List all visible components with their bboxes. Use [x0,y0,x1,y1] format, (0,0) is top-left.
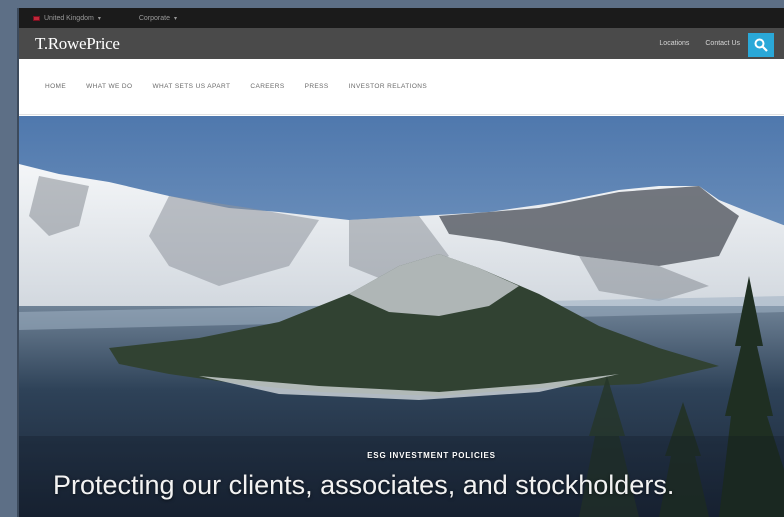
search-button[interactable] [748,33,774,57]
audience-selector[interactable]: Corporate ▾ [139,15,177,22]
hero-banner: ESG INVESTMENT POLICIES Protecting our c… [19,116,784,517]
nav-item-careers[interactable]: CAREERS [250,83,284,90]
chevron-down-icon: ▾ [173,15,177,22]
nav-item-investor-relations[interactable]: INVESTOR RELATIONS [349,83,427,90]
contact-us-link[interactable]: Contact Us [705,40,740,47]
nav-item-what-sets-us-apart[interactable]: WHAT SETS US APART [152,83,230,90]
utility-bar: United Kingdom ▾ Corporate ▾ [19,8,784,28]
chevron-down-icon: ▾ [97,15,101,22]
hero-headline: Protecting our clients, associates, and … [53,470,675,500]
region-label: United Kingdom [44,14,94,22]
main-nav: HOME WHAT WE DO WHAT SETS US APART CAREE… [19,59,784,115]
t-rowe-price-logo[interactable]: T.RowePrice [35,34,120,54]
nav-item-what-we-do[interactable]: WHAT WE DO [86,83,132,90]
nav-item-home[interactable]: HOME [45,83,66,90]
region-selector[interactable]: United Kingdom ▾ [33,15,101,22]
locations-link[interactable]: Locations [659,40,689,47]
brand-bar: T.RowePrice Locations Contact Us [19,28,784,59]
nav-item-press[interactable]: PRESS [305,83,329,90]
browser-viewport: United Kingdom ▾ Corporate ▾ T.RowePrice… [17,8,784,517]
hero-eyebrow: ESG INVESTMENT POLICIES [367,451,496,460]
audience-label: Corporate [138,14,170,22]
brand-links: Locations Contact Us [659,28,740,59]
uk-flag-icon [33,15,40,21]
search-icon [754,38,768,52]
